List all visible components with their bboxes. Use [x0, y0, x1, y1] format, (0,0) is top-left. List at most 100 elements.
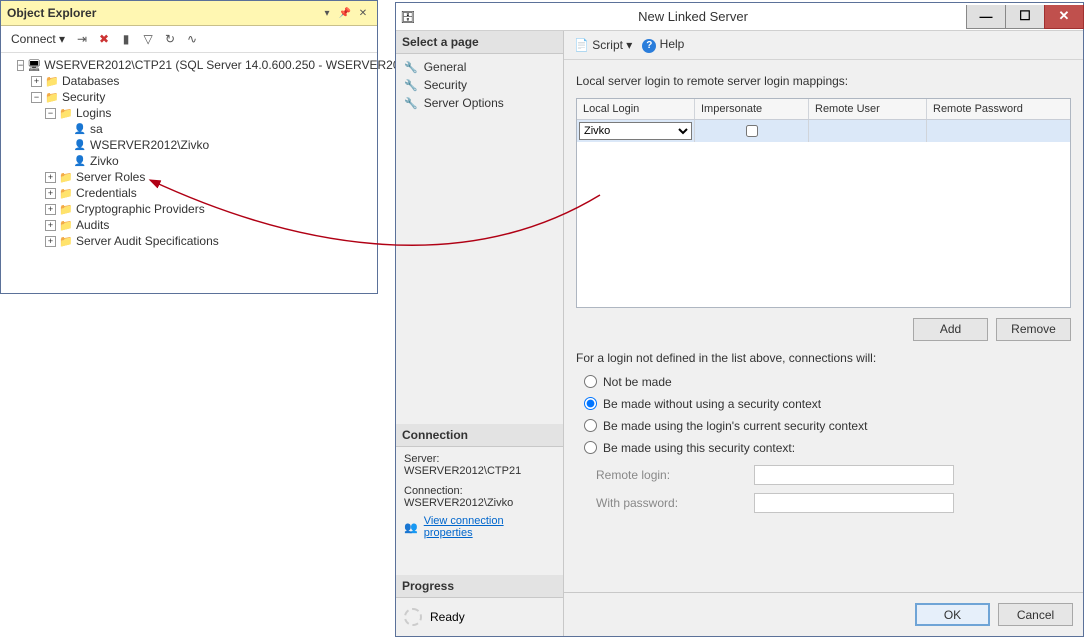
remote-login-input[interactable] [754, 465, 954, 485]
tree-server-roles[interactable]: + 📁 Server Roles [3, 169, 375, 185]
expander-icon[interactable]: + [45, 188, 56, 199]
mapping-row[interactable]: Zivko [577, 120, 1070, 142]
dialog-app-icon: 🗄 [396, 10, 420, 24]
tree-audit-specs[interactable]: + 📁 Server Audit Specifications [3, 233, 375, 249]
stop-icon[interactable]: ✖ [95, 30, 113, 48]
cancel-button[interactable]: Cancel [998, 603, 1073, 626]
script-button[interactable]: 📄 Script ▾ [574, 38, 632, 52]
tree-databases-node[interactable]: + 📁 Databases [3, 73, 375, 89]
col-remote-user[interactable]: Remote User [809, 99, 927, 119]
minimize-button[interactable]: — [966, 5, 1006, 29]
expander-icon[interactable]: − [45, 108, 56, 119]
radio-this-context[interactable]: Be made using this security context: [584, 441, 1071, 455]
folder-icon: 📁 [59, 106, 73, 120]
object-explorer-titlebar: Object Explorer ▾ 📌 ✕ [1, 1, 377, 26]
sidebar-item-general[interactable]: 🔧 General [396, 58, 563, 76]
remove-button[interactable]: Remove [996, 318, 1071, 341]
remote-password-cell[interactable] [927, 120, 1070, 142]
pause-icon[interactable]: ▮ [117, 30, 135, 48]
sidebar-item-server-options[interactable]: 🔧 Server Options [396, 94, 563, 112]
help-button[interactable]: ? Help [642, 37, 684, 53]
folder-icon: 📁 [59, 170, 73, 184]
tree-security-node[interactable]: − 📁 Security [3, 89, 375, 105]
close-icon[interactable]: ✕ [355, 5, 371, 21]
server-value: WSERVER2012\CTP21 [404, 465, 555, 477]
col-remote-password[interactable]: Remote Password [927, 99, 1070, 119]
user-icon [73, 154, 87, 168]
add-button[interactable]: Add [913, 318, 988, 341]
expander-icon[interactable]: − [31, 92, 42, 103]
folder-icon: 📁 [59, 202, 73, 216]
tree-logins-node[interactable]: − 📁 Logins [3, 105, 375, 121]
dialog-sidebar: Select a page 🔧 General 🔧 Security 🔧 Ser… [396, 31, 564, 636]
close-button[interactable]: ✕ [1044, 5, 1084, 29]
expander-icon[interactable]: + [45, 172, 56, 183]
filter-icon[interactable]: ▽ [139, 30, 157, 48]
col-impersonate[interactable]: Impersonate [695, 99, 809, 119]
wrench-icon: 🔧 [404, 79, 418, 92]
expander-icon[interactable]: + [45, 236, 56, 247]
ok-button[interactable]: OK [915, 603, 990, 626]
radio-current-context[interactable]: Be made using the login's current securi… [584, 419, 1071, 433]
tree-audits[interactable]: + 📁 Audits [3, 217, 375, 233]
connection-mode-group: Not be made Be made without using a secu… [576, 375, 1071, 455]
local-login-select[interactable]: Zivko [579, 122, 692, 140]
user-icon [73, 122, 87, 136]
select-page-header: Select a page [396, 31, 563, 54]
connect-button[interactable]: Connect ▾ [7, 30, 69, 48]
activity-icon[interactable]: ∿ [183, 30, 201, 48]
mappings-label: Local server login to remote server logi… [576, 74, 1071, 88]
connection-header: Connection [396, 424, 563, 447]
radio-not-made[interactable]: Not be made [584, 375, 1071, 389]
dialog-titlebar[interactable]: 🗄 New Linked Server — ☐ ✕ [396, 3, 1083, 31]
pin-icon[interactable]: 📌 [337, 5, 353, 21]
impersonate-checkbox[interactable] [746, 125, 758, 137]
remote-user-cell[interactable] [809, 120, 927, 142]
maximize-button[interactable]: ☐ [1005, 5, 1045, 29]
object-explorer-title: Object Explorer [7, 6, 317, 20]
connection-label: Connection: [404, 485, 555, 497]
tree-server-node[interactable]: − 🖥 WSERVER2012\CTP21 (SQL Server 14.0.6… [3, 57, 375, 73]
folder-icon: 📁 [59, 186, 73, 200]
disconnect-icon[interactable]: ⇥ [73, 30, 91, 48]
not-defined-label: For a login not defined in the list abov… [576, 351, 1071, 365]
progress-status: Ready [430, 610, 465, 624]
tree-crypto-providers[interactable]: + 📁 Cryptographic Providers [3, 201, 375, 217]
help-icon: ? [642, 39, 656, 53]
dropdown-icon[interactable]: ▾ [319, 5, 335, 21]
dialog-title: New Linked Server [420, 9, 966, 24]
progress-header: Progress [396, 575, 563, 598]
folder-icon: 📁 [59, 218, 73, 232]
connection-info: Server: WSERVER2012\CTP21 Connection: WS… [396, 447, 563, 545]
sidebar-item-security[interactable]: 🔧 Security [396, 76, 563, 94]
security-context-credentials: Remote login: With password: [576, 465, 1071, 513]
tree-login-wserver[interactable]: WSERVER2012\Zivko [3, 137, 375, 153]
wrench-icon: 🔧 [404, 61, 418, 74]
expander-icon[interactable]: + [31, 76, 42, 87]
expander-icon[interactable]: − [17, 60, 24, 71]
expander-icon[interactable]: + [45, 204, 56, 215]
view-connection-properties-link[interactable]: View connection properties [424, 515, 555, 539]
refresh-icon[interactable]: ↻ [161, 30, 179, 48]
tree-credentials[interactable]: + 📁 Credentials [3, 185, 375, 201]
tree-login-zivko[interactable]: Zivko [3, 153, 375, 169]
server-label: Server: [404, 453, 555, 465]
with-password-input[interactable] [754, 493, 954, 513]
expander-icon[interactable]: + [45, 220, 56, 231]
folder-icon: 📁 [59, 234, 73, 248]
tree-login-sa[interactable]: sa [3, 121, 375, 137]
dialog-content: 📄 Script ▾ ? Help Local server login to … [564, 31, 1083, 636]
wrench-icon: 🔧 [404, 97, 418, 110]
object-explorer-toolbar: Connect ▾ ⇥ ✖ ▮ ▽ ↻ ∿ [1, 26, 377, 53]
connection-value: WSERVER2012\Zivko [404, 497, 555, 509]
new-linked-server-dialog: 🗄 New Linked Server — ☐ ✕ Select a page … [395, 2, 1084, 637]
remote-login-label: Remote login: [596, 468, 746, 482]
progress-spinner-icon [404, 608, 422, 626]
object-explorer-panel: Object Explorer ▾ 📌 ✕ Connect ▾ ⇥ ✖ ▮ ▽ … [0, 0, 378, 294]
folder-icon: 📁 [45, 90, 59, 104]
user-icon [73, 138, 87, 152]
connection-properties-icon: 👥 [404, 521, 418, 534]
radio-no-security[interactable]: Be made without using a security context [584, 397, 1071, 411]
object-explorer-tree: − 🖥 WSERVER2012\CTP21 (SQL Server 14.0.6… [1, 53, 377, 253]
col-local-login[interactable]: Local Login [577, 99, 695, 119]
